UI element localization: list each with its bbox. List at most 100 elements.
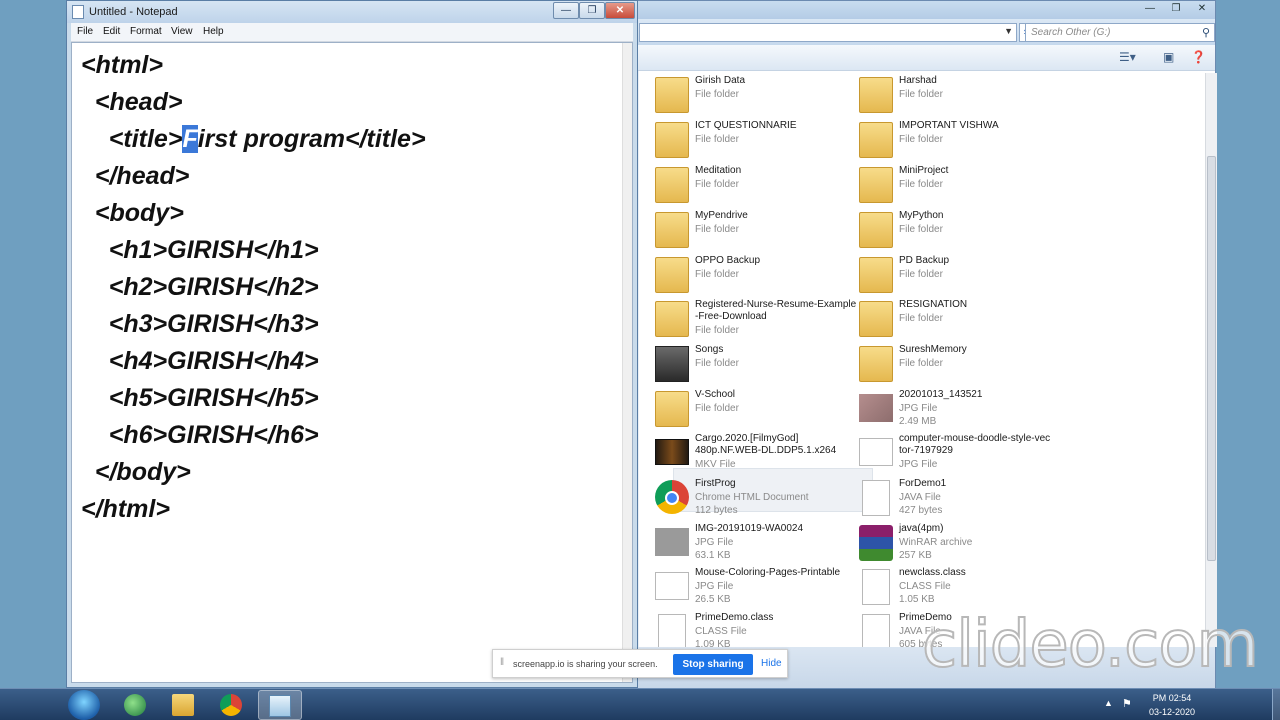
globe-icon bbox=[124, 694, 146, 716]
file-item[interactable]: ForDemo1 JAVA File 427 bytes bbox=[859, 478, 1059, 520]
folder-icon bbox=[655, 212, 689, 248]
file-type: File folder bbox=[695, 358, 739, 369]
file-name: Harshad bbox=[899, 75, 937, 86]
file-name: ForDemo1 bbox=[899, 478, 947, 489]
file-item[interactable]: java(4pm) WinRAR archive 257 KB bbox=[859, 523, 1059, 565]
file-size: 26.5 KB bbox=[695, 594, 731, 605]
file-item[interactable]: FirstProg Chrome HTML Document 112 bytes bbox=[655, 478, 855, 520]
stop-sharing-button[interactable]: Stop sharing bbox=[673, 654, 753, 675]
code-line: </head> bbox=[81, 162, 190, 190]
file-type: File folder bbox=[695, 325, 739, 336]
file-item[interactable]: RESIGNATION File folder bbox=[859, 299, 1059, 341]
file-name: PD Backup bbox=[899, 255, 950, 266]
file-item[interactable]: MiniProject File folder bbox=[859, 165, 1059, 207]
file-name: RESIGNATION bbox=[899, 299, 968, 310]
file-item[interactable]: MyPython File folder bbox=[859, 210, 1059, 252]
taskbar-explorer[interactable] bbox=[162, 690, 206, 720]
file-name: Girish Data bbox=[695, 75, 746, 86]
folder-icon bbox=[655, 301, 689, 337]
tray-expand-icon[interactable]: ▲ bbox=[1104, 698, 1113, 708]
taskbar-chrome[interactable] bbox=[210, 690, 254, 720]
file-name: Songs bbox=[695, 344, 724, 355]
clock-time[interactable]: PM 02:54 bbox=[1144, 693, 1200, 703]
text-selection: F bbox=[182, 125, 198, 153]
file-item[interactable]: Girish Data File folder bbox=[655, 75, 855, 117]
code-line: <h6>GIRISH</h6> bbox=[81, 421, 319, 449]
file-item[interactable]: Meditation File folder bbox=[655, 165, 855, 207]
code-line: </body> bbox=[81, 458, 191, 486]
drag-handle-icon[interactable]: ‖ bbox=[500, 657, 504, 668]
file-icon bbox=[862, 569, 890, 605]
chrome-icon bbox=[220, 694, 242, 716]
search-input[interactable]: Search Other (G:) ⚲ bbox=[1025, 23, 1215, 42]
help-icon[interactable]: ❓ bbox=[1191, 50, 1206, 64]
address-bar[interactable]: ▼ bbox=[639, 23, 1017, 42]
taskbar-network-app[interactable] bbox=[114, 690, 158, 720]
file-name: V-School bbox=[695, 389, 736, 400]
close-button[interactable]: ✕ bbox=[605, 2, 635, 19]
file-type: File folder bbox=[695, 134, 739, 145]
action-center-icon[interactable]: ⚑ bbox=[1122, 697, 1132, 710]
minimize-icon[interactable]: — bbox=[1137, 1, 1163, 17]
menu-file[interactable]: File bbox=[77, 26, 93, 37]
file-item[interactable]: Mouse-Coloring-Pages-Printable JPG File 26… bbox=[655, 567, 855, 609]
file-item[interactable]: Harshad File folder bbox=[859, 75, 1059, 117]
file-type: File folder bbox=[899, 179, 943, 190]
restore-icon[interactable]: ❐ bbox=[1163, 1, 1189, 17]
search-icon[interactable]: ⚲ bbox=[1202, 26, 1210, 39]
taskbar: ▲ ⚑ PM 02:54 03-12-2020 bbox=[0, 688, 1280, 720]
code-line: <body> bbox=[81, 199, 184, 227]
file-icon bbox=[862, 614, 890, 647]
minimize-button[interactable]: — bbox=[553, 2, 579, 19]
menu-help[interactable]: Help bbox=[203, 26, 224, 37]
show-desktop-button[interactable] bbox=[1272, 689, 1280, 720]
text-editor[interactable]: <html> <head> <title>First program</titl… bbox=[71, 42, 633, 683]
image-icon bbox=[859, 394, 893, 422]
taskbar-notepad[interactable] bbox=[258, 690, 302, 720]
file-item[interactable]: IMG-20191019-WA0024 JPG File 63.1 KB bbox=[655, 523, 855, 565]
file-type: File folder bbox=[695, 179, 739, 190]
file-item[interactable]: OPPO Backup File folder bbox=[655, 255, 855, 297]
file-item[interactable]: 20201013_143521 JPG File 2.49 MB bbox=[859, 389, 1059, 431]
notepad-titlebar[interactable]: Untitled - Notepad — ❐ ✕ bbox=[67, 1, 637, 23]
file-name: OPPO Backup bbox=[695, 255, 761, 266]
file-name: PrimeDemo.class bbox=[695, 612, 774, 623]
chevron-down-icon[interactable]: ▼ bbox=[1004, 26, 1013, 36]
file-item[interactable]: SureshMemory File folder bbox=[859, 344, 1059, 386]
menu-edit[interactable]: Edit bbox=[103, 26, 120, 37]
file-item[interactable]: MyPendrive File folder bbox=[655, 210, 855, 252]
menu-view[interactable]: View bbox=[171, 26, 193, 37]
file-item[interactable]: V-School File folder bbox=[655, 389, 855, 431]
file-item[interactable]: IMPORTANT VISHWA File folder bbox=[859, 120, 1059, 162]
file-item[interactable]: Songs File folder bbox=[655, 344, 855, 386]
file-name: ICT QUESTIONNARIE bbox=[695, 120, 797, 131]
start-button[interactable] bbox=[68, 690, 100, 720]
clock-date[interactable]: 03-12-2020 bbox=[1144, 707, 1200, 717]
editor-scrollbar[interactable] bbox=[622, 43, 632, 682]
menu-format[interactable]: Format bbox=[130, 26, 162, 37]
file-type: JPG File bbox=[899, 403, 938, 414]
file-type: JPG File bbox=[695, 537, 734, 548]
image-icon bbox=[655, 572, 689, 600]
preview-pane-icon[interactable]: ▣ bbox=[1163, 50, 1174, 64]
file-item[interactable]: PD Backup File folder bbox=[859, 255, 1059, 297]
file-type: WinRAR archive bbox=[899, 537, 973, 548]
folder-icon bbox=[859, 212, 893, 248]
screen-share-bar: ‖ screenapp.io is sharing your screen. S… bbox=[492, 649, 788, 678]
explorer-scrollbar-thumb[interactable] bbox=[1207, 156, 1216, 561]
file-name: MyPython bbox=[899, 210, 944, 221]
explorer-navbar: ▼ ⇆ Search Other (G:)⚲ bbox=[621, 19, 1215, 45]
view-options-icon[interactable]: ☰▾ bbox=[1119, 50, 1136, 64]
file-item[interactable]: Registered-Nurse-Resume-Example -Free-Do… bbox=[655, 299, 856, 341]
file-item[interactable]: computer-mouse-doodle-style-vec tor-7197… bbox=[859, 433, 1059, 475]
file-item[interactable]: newclass.class CLASS File 1.05 KB bbox=[859, 567, 1059, 609]
file-item[interactable]: Cargo.2020.[FilmyGod] 480p.NF.WEB-DL.DDP… bbox=[655, 433, 855, 475]
close-icon[interactable]: ✕ bbox=[1189, 1, 1215, 17]
hide-link[interactable]: Hide bbox=[761, 658, 782, 669]
file-item[interactable]: PrimeDemo.class CLASS File 1.09 KB bbox=[655, 612, 855, 647]
maximize-button[interactable]: ❐ bbox=[579, 2, 605, 19]
folder-icon bbox=[859, 122, 893, 158]
editor-text: <html> <head> <title>First program</titl… bbox=[81, 47, 426, 528]
file-size: 112 bytes bbox=[695, 505, 738, 516]
file-item[interactable]: ICT QUESTIONNARIE File folder bbox=[655, 120, 855, 162]
